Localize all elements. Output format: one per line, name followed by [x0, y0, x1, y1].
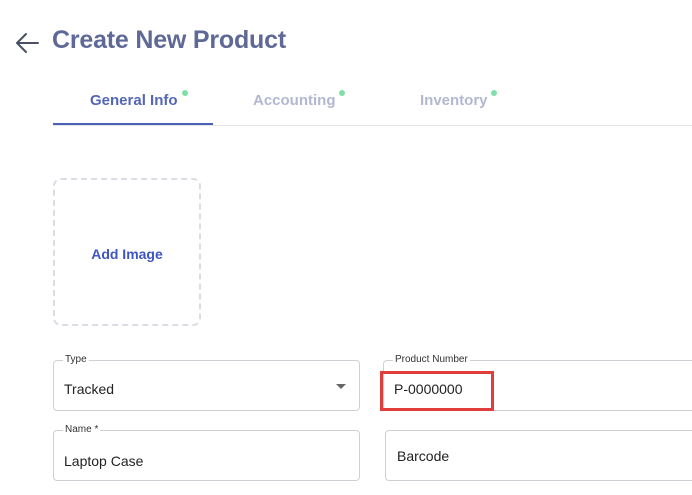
- caret-down-icon: [336, 384, 346, 389]
- add-image-label: Add Image: [91, 246, 163, 262]
- product-number-label: Product Number: [393, 354, 470, 366]
- name-field[interactable]: Name * Laptop Case: [53, 424, 360, 481]
- type-select[interactable]: Type Tracked: [53, 354, 360, 411]
- tab-label: General Info: [90, 92, 178, 109]
- tab-label: Inventory: [420, 92, 488, 109]
- status-dot: [491, 90, 497, 96]
- product-number-field[interactable]: Product Number P-0000000: [383, 354, 692, 411]
- product-number-value: P-0000000: [394, 381, 463, 397]
- name-label: Name *: [63, 424, 101, 436]
- arrow-left-icon[interactable]: [14, 30, 40, 56]
- type-value: Tracked: [64, 381, 115, 397]
- status-dot: [339, 90, 345, 96]
- tab-bar: General Info Accounting Inventory: [53, 80, 692, 126]
- tab-accounting[interactable]: Accounting: [213, 80, 373, 125]
- page-title: Create New Product: [52, 26, 286, 54]
- create-product-page: Create New Product General Info Accounti…: [0, 0, 692, 495]
- tab-inventory[interactable]: Inventory: [373, 80, 533, 125]
- tab-general-info[interactable]: General Info: [53, 80, 213, 125]
- name-value: Laptop Case: [64, 453, 144, 469]
- add-image-dropzone[interactable]: Add Image: [53, 178, 201, 326]
- type-label: Type: [63, 354, 89, 366]
- barcode-placeholder: Barcode: [397, 448, 450, 464]
- barcode-field[interactable]: Barcode: [385, 430, 692, 481]
- status-dot: [182, 90, 188, 96]
- tab-label: Accounting: [253, 92, 336, 109]
